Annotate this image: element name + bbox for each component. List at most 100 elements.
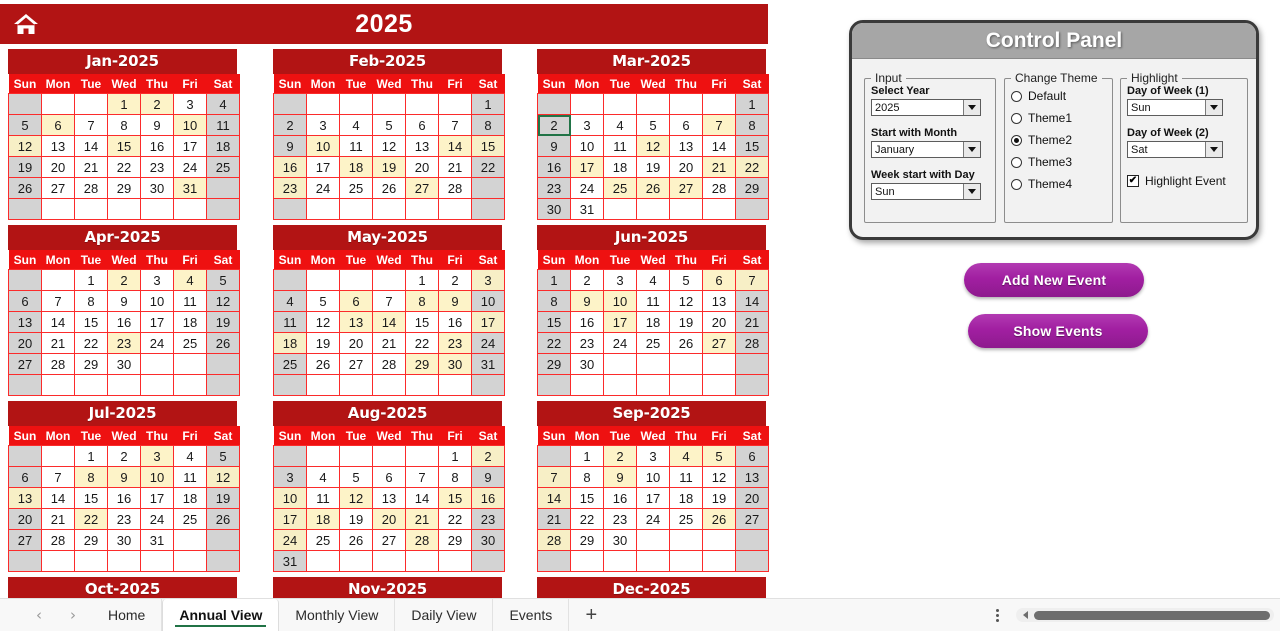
day-cell[interactable]: 12 bbox=[669, 290, 703, 312]
sheet-tab-daily-view[interactable]: Daily View bbox=[395, 599, 494, 631]
day-cell[interactable]: 22 bbox=[74, 332, 108, 354]
day-cell[interactable]: 11 bbox=[669, 466, 703, 488]
scrollbar-thumb[interactable] bbox=[1034, 610, 1270, 620]
day-cell[interactable]: 5 bbox=[206, 269, 240, 291]
day-cell[interactable]: 7 bbox=[735, 269, 769, 291]
day-cell-empty[interactable] bbox=[206, 353, 240, 375]
day-cell[interactable]: 24 bbox=[603, 332, 637, 354]
day-cell-empty[interactable] bbox=[74, 374, 108, 396]
day-cell[interactable]: 6 bbox=[372, 466, 406, 488]
day-cell-empty[interactable] bbox=[41, 198, 75, 220]
more-options-icon[interactable] bbox=[984, 608, 1010, 622]
day-cell[interactable]: 11 bbox=[173, 466, 207, 488]
sheet-tab-monthly-view[interactable]: Monthly View bbox=[279, 599, 396, 631]
day-cell[interactable]: 5 bbox=[702, 445, 736, 467]
day-cell[interactable]: 19 bbox=[372, 156, 406, 178]
month-table[interactable]: Sun Mon Tue Wed Thu Fri Sat 1 2 3 4 5 6 7 8 9 10 11 12 13 14… bbox=[273, 74, 505, 220]
select-year-dropdown[interactable]: 2025 bbox=[871, 99, 981, 116]
day-cell[interactable]: 13 bbox=[735, 466, 769, 488]
day-cell[interactable]: 21 bbox=[735, 311, 769, 333]
day-cell[interactable]: 29 bbox=[74, 353, 108, 375]
day-cell-empty[interactable] bbox=[570, 93, 604, 115]
day-cell[interactable]: 18 bbox=[306, 508, 340, 530]
day-cell[interactable]: 3 bbox=[273, 466, 307, 488]
day-cell[interactable]: 4 bbox=[636, 269, 670, 291]
day-cell-empty[interactable] bbox=[537, 550, 571, 572]
day-cell[interactable]: 26 bbox=[339, 529, 373, 551]
day-cell-empty[interactable] bbox=[306, 269, 340, 291]
day-cell-empty[interactable] bbox=[372, 198, 406, 220]
day-cell-empty[interactable] bbox=[669, 529, 703, 551]
day-cell[interactable]: 16 bbox=[537, 156, 571, 178]
day-cell-empty[interactable] bbox=[570, 374, 604, 396]
day-cell[interactable]: 1 bbox=[537, 269, 571, 291]
day-cell[interactable]: 25 bbox=[603, 177, 637, 199]
day-cell[interactable]: 20 bbox=[669, 156, 703, 178]
day-cell[interactable]: 4 bbox=[273, 290, 307, 312]
add-new-event-button[interactable]: Add New Event bbox=[964, 263, 1144, 297]
day-cell-empty[interactable] bbox=[471, 177, 505, 199]
day-cell-empty[interactable] bbox=[8, 374, 42, 396]
day-cell[interactable]: 19 bbox=[339, 508, 373, 530]
day-cell-empty[interactable] bbox=[74, 198, 108, 220]
day-cell[interactable]: 20 bbox=[8, 508, 42, 530]
day-cell[interactable]: 24 bbox=[306, 177, 340, 199]
day-cell[interactable]: 13 bbox=[8, 487, 42, 509]
sheet-tab-events[interactable]: Events bbox=[493, 599, 570, 631]
day-cell[interactable]: 13 bbox=[702, 290, 736, 312]
day-cell[interactable]: 13 bbox=[8, 311, 42, 333]
day-cell[interactable]: 8 bbox=[438, 466, 472, 488]
day-cell-empty[interactable] bbox=[273, 198, 307, 220]
day-cell[interactable]: 16 bbox=[603, 487, 637, 509]
day-cell-empty[interactable] bbox=[669, 374, 703, 396]
day-of-week-2-dropdown[interactable]: Sat bbox=[1127, 141, 1223, 158]
day-cell[interactable]: 17 bbox=[636, 487, 670, 509]
day-cell[interactable]: 25 bbox=[669, 508, 703, 530]
day-cell-empty[interactable] bbox=[206, 177, 240, 199]
day-cell[interactable]: 12 bbox=[306, 311, 340, 333]
day-cell[interactable]: 10 bbox=[471, 290, 505, 312]
day-cell[interactable]: 27 bbox=[735, 508, 769, 530]
day-cell[interactable]: 7 bbox=[41, 290, 75, 312]
day-cell[interactable]: 18 bbox=[669, 487, 703, 509]
day-cell[interactable]: 27 bbox=[702, 332, 736, 354]
day-cell-empty[interactable] bbox=[669, 198, 703, 220]
day-cell-empty[interactable] bbox=[173, 353, 207, 375]
day-cell[interactable]: 16 bbox=[140, 135, 174, 157]
day-cell-empty[interactable] bbox=[702, 550, 736, 572]
day-cell[interactable]: 30 bbox=[471, 529, 505, 551]
day-cell-empty[interactable] bbox=[603, 353, 637, 375]
day-cell[interactable]: 18 bbox=[273, 332, 307, 354]
day-cell[interactable]: 25 bbox=[173, 332, 207, 354]
day-cell[interactable]: 5 bbox=[669, 269, 703, 291]
day-cell[interactable]: 17 bbox=[570, 156, 604, 178]
day-cell[interactable]: 24 bbox=[471, 332, 505, 354]
month-table[interactable]: Sun Mon Tue Wed Thu Fri Sat 1 2 3 4 5 6 7 8 9 10 11 12 13 14… bbox=[537, 426, 769, 572]
day-cell[interactable]: 28 bbox=[702, 177, 736, 199]
day-cell[interactable]: 2 bbox=[438, 269, 472, 291]
day-cell[interactable]: 30 bbox=[438, 353, 472, 375]
day-cell[interactable]: 13 bbox=[405, 135, 439, 157]
day-cell-empty[interactable] bbox=[735, 374, 769, 396]
day-cell[interactable]: 2 bbox=[471, 445, 505, 467]
day-cell-empty[interactable] bbox=[636, 374, 670, 396]
day-cell-empty[interactable] bbox=[140, 374, 174, 396]
day-cell[interactable]: 10 bbox=[140, 466, 174, 488]
day-cell-empty[interactable] bbox=[74, 550, 108, 572]
day-cell[interactable]: 6 bbox=[8, 466, 42, 488]
horizontal-scrollbar[interactable] bbox=[1016, 608, 1274, 622]
day-cell-empty[interactable] bbox=[107, 550, 141, 572]
day-cell[interactable]: 23 bbox=[107, 332, 141, 354]
day-cell[interactable]: 29 bbox=[405, 353, 439, 375]
month-table[interactable]: Sun Mon Tue Wed Thu Fri Sat 1 2 3 4 5 6 7 8 9 10 11 12 13 14… bbox=[8, 426, 240, 572]
day-cell-empty[interactable] bbox=[702, 353, 736, 375]
day-cell[interactable]: 18 bbox=[173, 487, 207, 509]
day-cell-empty[interactable] bbox=[306, 374, 340, 396]
day-cell[interactable]: 27 bbox=[372, 529, 406, 551]
day-cell-empty[interactable] bbox=[173, 374, 207, 396]
day-cell-empty[interactable] bbox=[206, 529, 240, 551]
day-cell[interactable]: 27 bbox=[8, 529, 42, 551]
day-cell[interactable]: 25 bbox=[636, 332, 670, 354]
day-cell-empty[interactable] bbox=[306, 198, 340, 220]
day-cell[interactable]: 7 bbox=[372, 290, 406, 312]
